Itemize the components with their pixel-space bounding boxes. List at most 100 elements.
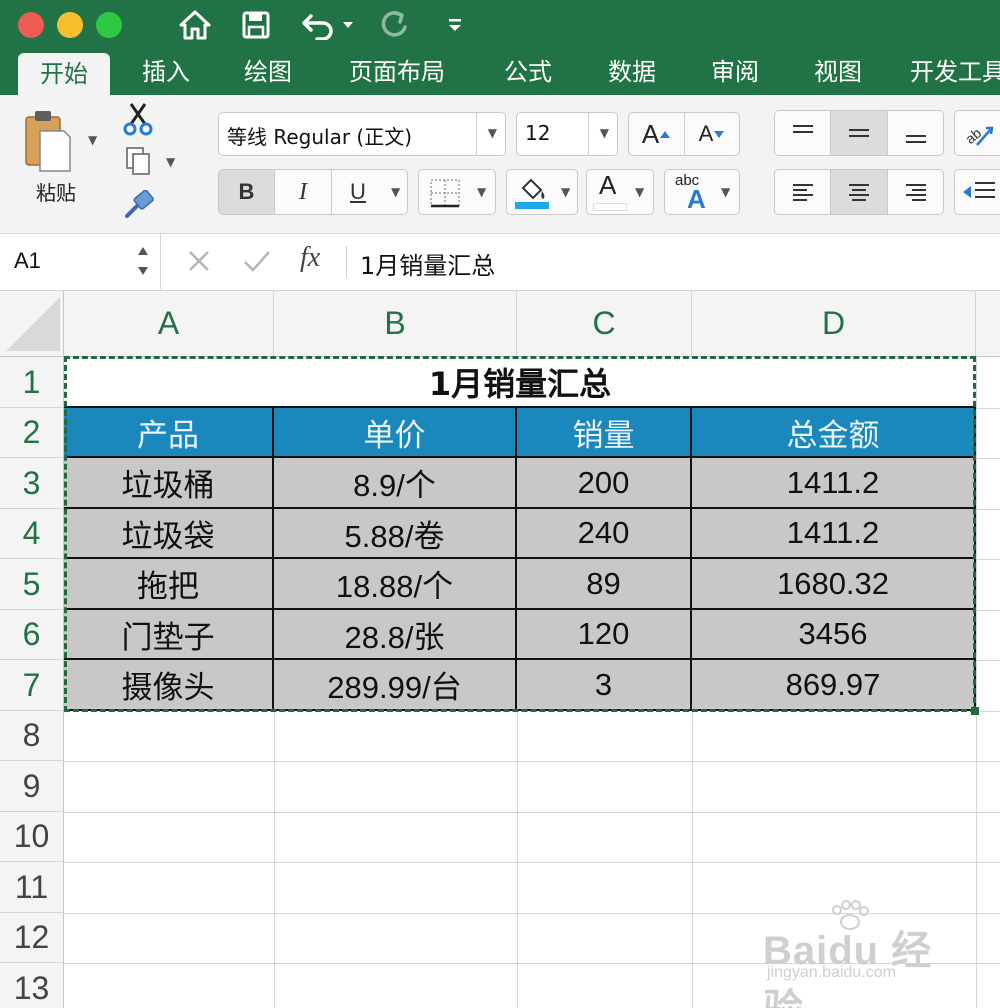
name-box-stepper-icon[interactable] [136,242,150,280]
row-header-8[interactable]: 8 [0,711,64,761]
row-header-5[interactable]: 5 [0,559,64,610]
font-size-select[interactable]: 12 ▼ [516,112,618,156]
table-cell[interactable]: 3456 [692,610,976,660]
undo-icon[interactable] [298,6,338,44]
format-painter-icon[interactable] [118,187,158,223]
row-header-6[interactable]: 6 [0,610,64,660]
tab-view[interactable]: 视图 [796,50,880,95]
watermark-logo: Baidu 经验 [763,929,933,1008]
tab-review[interactable]: 审阅 [693,50,777,95]
row-header-4[interactable]: 4 [0,509,64,559]
table-cell[interactable]: 垃圾桶 [64,458,274,509]
save-icon[interactable] [237,6,275,44]
table-cell[interactable]: 289.99/台 [274,660,517,711]
underline-button[interactable]: U [332,170,384,214]
borders-button[interactable]: ▼ [418,169,496,215]
align-right-button[interactable] [888,170,943,214]
undo-dropdown-icon[interactable] [340,6,356,44]
paste-button[interactable] [16,103,76,179]
table-title-cell[interactable]: 1月销量汇总 [64,357,976,408]
table-cell[interactable]: 240 [517,509,692,559]
font-color-button[interactable]: A ▼ [586,169,654,215]
fill-color-button[interactable]: ▼ [506,169,578,215]
paste-dropdown-icon[interactable]: ▼ [88,133,97,147]
align-center-button[interactable] [831,170,888,214]
header-cell-unit-price[interactable]: 单价 [274,408,517,458]
table-cell[interactable]: 18.88/个 [274,559,517,610]
close-window-button[interactable] [18,12,44,38]
baidu-watermark: Baidu 经验 jingyan.baidu.com [763,900,973,1008]
table-cell[interactable]: 1680.32 [692,559,976,610]
column-header-d[interactable]: D [692,291,976,357]
italic-button[interactable]: I [275,170,332,214]
header-cell-product[interactable]: 产品 [64,408,274,458]
select-all-button[interactable] [0,291,64,357]
copy-icon[interactable] [118,143,158,179]
column-header-c[interactable]: C [517,291,692,357]
name-box[interactable]: A1 [0,234,161,289]
row-header-13[interactable]: 13 [0,963,64,1008]
decrease-font-size-button[interactable]: A [685,113,739,155]
table-cell[interactable]: 拖把 [64,559,274,610]
column-header-a[interactable]: A [64,291,274,357]
table-cell[interactable]: 869.97 [692,660,976,711]
customize-toolbar-icon[interactable] [444,6,466,44]
tab-insert[interactable]: 插入 [124,50,208,95]
align-left-button[interactable] [775,170,831,214]
row-header-12[interactable]: 12 [0,913,64,963]
table-cell[interactable]: 摄像头 [64,660,274,711]
align-top-button[interactable] [775,111,831,155]
table-cell[interactable]: 89 [517,559,692,610]
tab-page-layout[interactable]: 页面布局 [336,50,458,95]
column-header-e[interactable] [976,291,1000,357]
formula-input[interactable]: 1月销量汇总 [360,246,495,281]
decrease-indent-button[interactable] [954,169,1000,215]
home-icon[interactable] [175,6,215,44]
tab-data[interactable]: 数据 [590,50,674,95]
row-header-11[interactable]: 11 [0,862,64,913]
align-middle-button[interactable] [831,111,888,155]
table-cell[interactable]: 200 [517,458,692,509]
table-cell[interactable]: 门垫子 [64,610,274,660]
column-header-b[interactable]: B [274,291,517,357]
table-cell[interactable]: 8.9/个 [274,458,517,509]
table-cell[interactable]: 3 [517,660,692,711]
cut-icon[interactable] [118,101,158,137]
text-effects-button[interactable]: abc A ▼ [664,169,740,215]
table-cell[interactable]: 120 [517,610,692,660]
tab-developer[interactable]: 开发工具 [910,50,1000,95]
tab-home[interactable]: 开始 [18,53,110,95]
bold-button[interactable]: B [219,170,275,214]
insert-function-button[interactable]: fx [300,242,320,274]
tab-formulas[interactable]: 公式 [486,50,570,95]
text-orientation-icon: ab [962,125,994,147]
header-cell-total[interactable]: 总金额 [692,408,976,458]
row-header-3[interactable]: 3 [0,458,64,509]
align-bottom-button[interactable] [888,111,943,155]
table-cell[interactable]: 垃圾袋 [64,509,274,559]
tab-draw[interactable]: 绘图 [226,50,310,95]
table-cell[interactable]: 5.88/卷 [274,509,517,559]
row-header-1[interactable]: 1 [0,357,64,408]
table-cell[interactable]: 1411.2 [692,458,976,509]
fill-handle[interactable] [971,707,979,715]
align-bottom-icon [905,135,926,143]
minimize-window-button[interactable] [57,12,83,38]
title-bar [0,0,1000,50]
enter-icon[interactable] [242,248,272,278]
row-header-10[interactable]: 10 [0,812,64,862]
row-header-2[interactable]: 2 [0,408,64,458]
table-cell[interactable]: 28.8/张 [274,610,517,660]
underline-dropdown-icon[interactable]: ▼ [391,185,400,199]
zoom-window-button[interactable] [96,12,122,38]
cancel-icon[interactable] [186,248,212,278]
row-header-9[interactable]: 9 [0,761,64,812]
font-name-select[interactable]: 等线 Regular (正文) ▼ [218,112,506,156]
increase-font-size-button[interactable]: A [629,113,685,155]
header-cell-quantity[interactable]: 销量 [517,408,692,458]
row-header-7[interactable]: 7 [0,660,64,711]
copy-dropdown-icon[interactable]: ▼ [166,155,175,169]
table-cell[interactable]: 1411.2 [692,509,976,559]
font-color-glyph: A [599,170,617,200]
orientation-button[interactable]: ab [954,110,1000,156]
